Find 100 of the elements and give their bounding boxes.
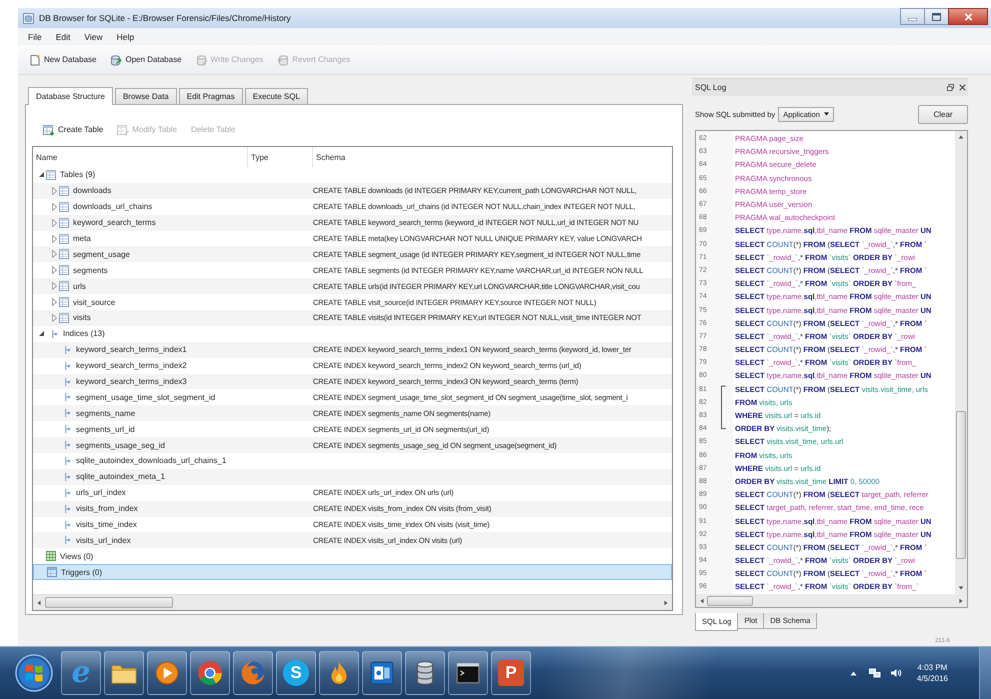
view-icon: [46, 551, 56, 562]
scrollbar-thumb[interactable]: [956, 411, 966, 559]
undock-icon[interactable]: [947, 84, 954, 91]
taskbar-button[interactable]: [448, 651, 488, 695]
menu-item[interactable]: View: [77, 30, 110, 42]
maximize-button[interactable]: [924, 8, 949, 25]
tree-row[interactable]: sqlite_autoindex_downloads_url_chains_1: [33, 453, 672, 469]
action-button[interactable]: Create Table: [42, 122, 104, 138]
name-cell: segments_usage_seg_id: [76, 440, 165, 450]
tab[interactable]: Database Structure: [28, 87, 113, 105]
close-icon[interactable]: [959, 84, 966, 91]
index-icon: [64, 344, 71, 355]
scroll-right-icon[interactable]: [959, 598, 963, 604]
speaker-icon[interactable]: [890, 668, 902, 678]
name-cell: segments_name: [76, 408, 136, 418]
table-icon: [59, 234, 69, 244]
scroll-right-icon[interactable]: [664, 600, 668, 606]
fold-toggle-icon[interactable]: [720, 382, 726, 396]
database-arrow-icon: [110, 54, 122, 66]
tab[interactable]: Browse Data: [114, 88, 177, 104]
table-icon: [59, 218, 69, 228]
scrollbar-thumb[interactable]: [45, 597, 173, 608]
index-icon: [64, 456, 71, 466]
sql-log-editor[interactable]: [695, 130, 968, 608]
expanded-arrow-icon[interactable]: [39, 331, 44, 336]
minimize-button[interactable]: [900, 8, 925, 25]
name-cell: meta: [73, 234, 91, 243]
app-icon: [23, 12, 34, 24]
taskbar-button[interactable]: [319, 651, 359, 695]
menu-item[interactable]: File: [21, 30, 49, 42]
name-cell: sqlite_autoindex_downloads_url_chains_1: [76, 456, 226, 466]
index-icon: [64, 424, 71, 434]
name-cell: visits_url_index: [76, 536, 131, 545]
taskbar-button[interactable]: [147, 651, 187, 695]
table-icon: [59, 281, 69, 292]
name-cell: visits_time_index: [76, 520, 137, 530]
trigger-icon: [47, 567, 57, 578]
index-icon: [64, 504, 71, 514]
table-icon: [59, 249, 69, 260]
name-cell: Views (0): [60, 552, 94, 561]
horizontal-scrollbar[interactable]: [696, 594, 967, 607]
table-icon: [59, 186, 69, 196]
tree-row[interactable]: Triggers (0): [33, 564, 672, 580]
taskbar-button[interactable]: [104, 651, 144, 695]
name-cell: visits: [73, 313, 91, 322]
name-cell: sqlite_autoindex_meta_1: [76, 472, 165, 482]
column-header[interactable]: Schema: [313, 147, 672, 167]
tree-row[interactable]: sqlite_autoindex_meta_1: [33, 468, 672, 485]
tree-row[interactable]: Indices (13): [33, 326, 672, 342]
table-pencil-icon: [117, 124, 130, 136]
taskbar-button[interactable]: [190, 651, 230, 695]
tab[interactable]: Execute SQL: [244, 88, 308, 104]
column-header[interactable]: Type: [248, 147, 313, 167]
name-cell: visit_source: [73, 298, 116, 307]
horizontal-scrollbar[interactable]: [33, 594, 672, 610]
menu-item[interactable]: Help: [110, 30, 142, 42]
scroll-left-icon[interactable]: [37, 600, 41, 606]
scroll-up-icon[interactable]: [958, 135, 964, 139]
scroll-down-icon[interactable]: [958, 586, 964, 590]
name-cell: segment_usage_time_slot_segment_id: [76, 392, 216, 402]
name-cell: urls: [73, 282, 86, 291]
expanded-arrow-icon[interactable]: [39, 172, 44, 178]
index-icon: [64, 376, 71, 387]
clear-button[interactable]: Clear: [918, 104, 968, 124]
name-cell: visits_from_index: [76, 504, 138, 514]
tree-row[interactable]: Tables (9): [33, 167, 672, 183]
database-pencil-icon: [196, 54, 208, 66]
name-cell: downloads: [73, 186, 112, 196]
network-icon[interactable]: [868, 668, 881, 678]
scroll-left-icon[interactable]: [700, 598, 704, 604]
taskbar-button[interactable]: [362, 651, 402, 695]
name-cell: Tables (9): [60, 170, 96, 180]
minimize-icon: [908, 18, 917, 20]
color-wheel-icon: [197, 660, 223, 686]
taskbar-button[interactable]: [405, 651, 445, 695]
show-hidden-icon[interactable]: [850, 670, 857, 676]
name-cell: keyword_search_terms_index1: [76, 345, 187, 354]
scrollbar-thumb[interactable]: [707, 596, 753, 606]
taskbar-button[interactable]: P: [491, 651, 531, 695]
name-cell: urls_url_index: [76, 488, 126, 498]
terminal-icon: [455, 660, 481, 686]
index-icon: [64, 392, 71, 402]
index-icon: [64, 360, 71, 371]
table-icon: [59, 202, 69, 212]
clock-time: 4:03 PM: [918, 662, 948, 673]
column-header[interactable]: Name: [33, 147, 248, 167]
toolbar-button[interactable]: New Database: [28, 52, 98, 68]
table-icon: [59, 297, 69, 308]
close-button[interactable]: [948, 8, 988, 25]
tab[interactable]: Edit Pragmas: [178, 88, 243, 104]
vertical-scrollbar[interactable]: [955, 131, 967, 594]
toolbar-button[interactable]: Open Database: [109, 52, 183, 68]
globe-icon: [240, 660, 266, 686]
name-cell: segment_usage: [73, 250, 130, 259]
name-cell: keyword_search_terms_index2: [76, 361, 187, 370]
table-plus-icon: [43, 124, 55, 136]
new-document-icon: [29, 54, 41, 66]
menu-item[interactable]: Edit: [48, 30, 78, 42]
panel-title: SQL Log: [695, 83, 728, 92]
tree-row[interactable]: Views (0): [33, 548, 672, 564]
